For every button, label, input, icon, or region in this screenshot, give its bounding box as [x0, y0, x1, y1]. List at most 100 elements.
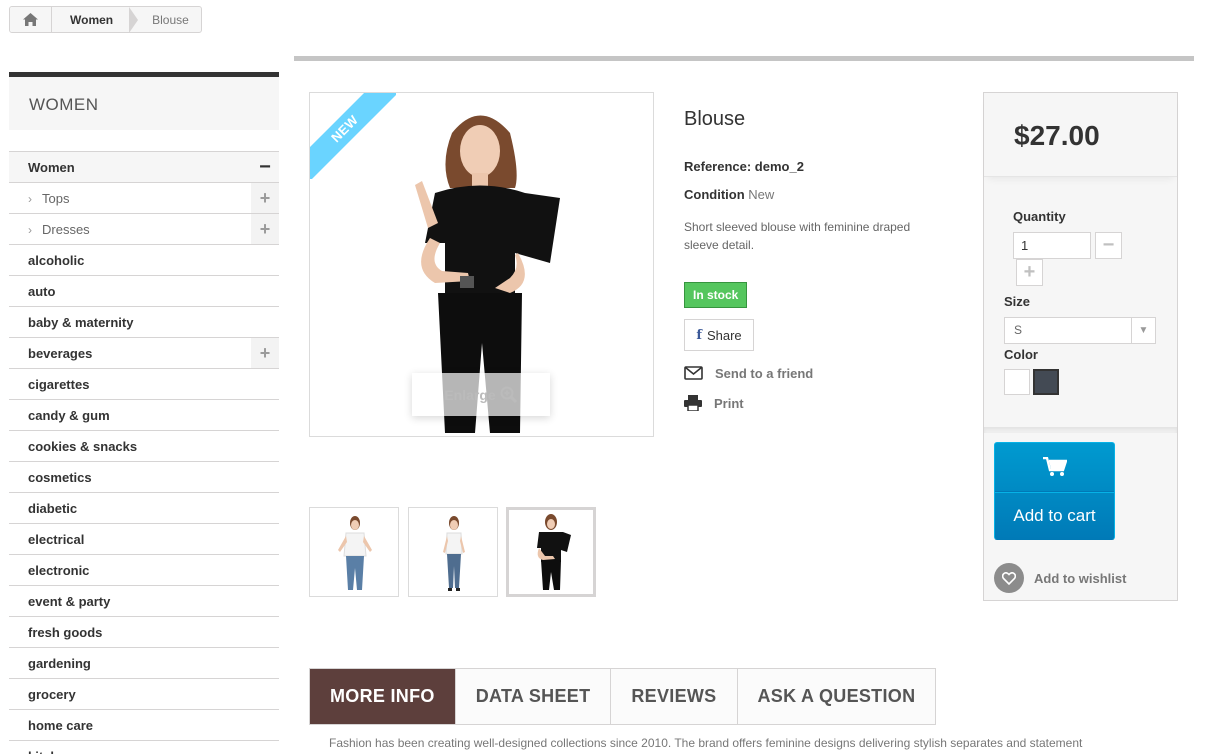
category-label-wrap: event & party	[28, 594, 110, 609]
sidebar-category-item[interactable]: electronic	[9, 555, 279, 586]
category-label-wrap: beverages	[28, 346, 92, 361]
product-thumbnail[interactable]	[408, 507, 498, 597]
product-description: Short sleeved blouse with feminine drape…	[684, 220, 911, 252]
category-label: cosmetics	[28, 469, 92, 485]
size-value: S	[1014, 323, 1023, 337]
product-tabs: MORE INFO DATA SHEET REVIEWS ASK A QUEST…	[309, 668, 937, 725]
home-icon[interactable]	[10, 7, 52, 32]
category-label: event & party	[28, 593, 111, 609]
thumbnail-image	[537, 514, 571, 590]
heart-icon	[994, 563, 1024, 593]
color-swatch-white[interactable]	[1004, 369, 1030, 395]
sidebar-category-item[interactable]: home care	[9, 710, 279, 741]
wishlist-label: Add to wishlist	[1034, 570, 1127, 586]
sidebar-category-item[interactable]: fresh goods	[9, 617, 279, 648]
quantity-increase-button[interactable]: +	[1016, 259, 1043, 286]
sidebar-category-item[interactable]: candy & gum	[9, 400, 279, 431]
facebook-share-button[interactable]: f Share	[684, 319, 754, 351]
print-link[interactable]: Print	[684, 393, 944, 413]
category-label-wrap: diabetic	[28, 501, 77, 516]
size-select[interactable]: S ▼	[1004, 317, 1156, 344]
add-to-wishlist-link[interactable]: Add to wishlist	[994, 563, 1126, 593]
print-label: Print	[714, 395, 744, 411]
category-label: Tops	[42, 190, 70, 206]
tab-more-info[interactable]: MORE INFO	[310, 669, 455, 724]
stock-badge: In stock	[684, 282, 748, 308]
category-label: fresh goods	[28, 624, 103, 640]
printer-icon	[684, 395, 702, 411]
category-label-wrap: alcoholic	[28, 253, 84, 268]
sidebar-category-item[interactable]: cigarettes	[9, 369, 279, 400]
product-thumbnail-active[interactable]	[506, 507, 596, 597]
category-label: auto	[28, 283, 56, 299]
expand-icon[interactable]: +	[251, 338, 279, 368]
tab-data-sheet[interactable]: DATA SHEET	[454, 669, 611, 724]
category-label-wrap: candy & gum	[28, 408, 110, 423]
category-label: home care	[28, 717, 94, 733]
tab-reviews[interactable]: REVIEWS	[610, 669, 737, 724]
category-label-wrap: auto	[28, 284, 55, 299]
price-box: $27.00	[984, 93, 1177, 177]
category-label: Women	[28, 159, 75, 175]
category-label-wrap: electrical	[28, 532, 84, 547]
sidebar-category-item[interactable]: › Dresses +	[9, 214, 279, 245]
breadcrumb-current: Blouse	[152, 12, 189, 27]
send-to-friend-link[interactable]: Send to a friend	[684, 363, 944, 383]
enlarge-button[interactable]: Enlarge	[412, 373, 550, 416]
sidebar-category-item[interactable]: cookies & snacks	[9, 431, 279, 462]
expand-icon[interactable]: +	[251, 214, 279, 244]
category-label-wrap: gardening	[28, 656, 91, 671]
quantity-decrease-button[interactable]: −	[1095, 232, 1122, 259]
enlarge-label: Enlarge	[444, 386, 496, 403]
chevron-right-icon: ›	[28, 191, 32, 206]
sidebar-category-item[interactable]: alcoholic	[9, 245, 279, 276]
category-label: gardening	[28, 655, 91, 671]
tab-ask-question[interactable]: ASK A QUESTION	[736, 669, 936, 724]
chevron-down-icon: ▼	[1131, 318, 1155, 343]
condition-value: New	[748, 187, 775, 202]
sidebar-category-item[interactable]: grocery	[9, 679, 279, 710]
category-label-wrap: Women	[28, 160, 75, 175]
quantity-input[interactable]: 1	[1013, 232, 1091, 259]
top-divider	[294, 56, 1194, 61]
condition-label: Condition	[684, 187, 745, 202]
product-info: Blouse Reference: demo_2 Condition New S…	[684, 108, 944, 423]
sidebar-category-item[interactable]: › Tops +	[9, 183, 279, 214]
breadcrumb-separator	[129, 7, 139, 32]
zoom-icon	[500, 386, 517, 403]
sidebar-category-item[interactable]: diabetic	[9, 493, 279, 524]
buy-box: $27.00 Quantity 1 − + Size S ▼ Color Add…	[983, 92, 1178, 601]
category-label: alcoholic	[28, 252, 85, 268]
category-label-wrap: cookies & snacks	[28, 439, 137, 454]
category-label: diabetic	[28, 500, 78, 516]
collapse-icon[interactable]: −	[251, 152, 279, 182]
category-label-wrap: grocery	[28, 687, 76, 702]
cart-icon	[995, 443, 1114, 492]
sidebar-category-item[interactable]: cosmetics	[9, 462, 279, 493]
category-label: baby & maternity	[28, 314, 134, 330]
category-label: beverages	[28, 345, 93, 361]
product-thumbnail[interactable]	[309, 507, 399, 597]
sidebar-category-item[interactable]: beverages +	[9, 338, 279, 369]
expand-icon[interactable]: +	[251, 183, 279, 213]
category-sidebar: WOMEN Women − › Tops + › Dresses + alcoholic auto…	[9, 72, 279, 754]
category-label: grocery	[28, 686, 76, 702]
sidebar-category-item[interactable]: kitchenware	[9, 741, 279, 754]
sidebar-category-item[interactable]: Women −	[9, 152, 279, 183]
breadcrumb-link-women[interactable]: Women	[52, 7, 129, 32]
category-label-wrap: electronic	[28, 563, 89, 578]
sidebar-category-item[interactable]: gardening	[9, 648, 279, 679]
category-list: Women − › Tops + › Dresses + alcoholic auto baby &…	[9, 151, 279, 754]
color-swatch-dark[interactable]	[1033, 369, 1059, 395]
sidebar-category-item[interactable]: auto	[9, 276, 279, 307]
breadcrumb: Women Blouse	[9, 6, 202, 33]
category-label-wrap: cigarettes	[28, 377, 89, 392]
product-name: Blouse	[684, 108, 746, 130]
sidebar-category-item[interactable]: baby & maternity	[9, 307, 279, 338]
buy-box-divider	[984, 427, 1177, 433]
category-label: electrical	[28, 531, 85, 547]
add-to-cart-button[interactable]: Add to cart	[994, 442, 1115, 540]
product-main-image[interactable]: NEW Enlarge	[309, 92, 654, 437]
sidebar-category-item[interactable]: event & party	[9, 586, 279, 617]
sidebar-category-item[interactable]: electrical	[9, 524, 279, 555]
